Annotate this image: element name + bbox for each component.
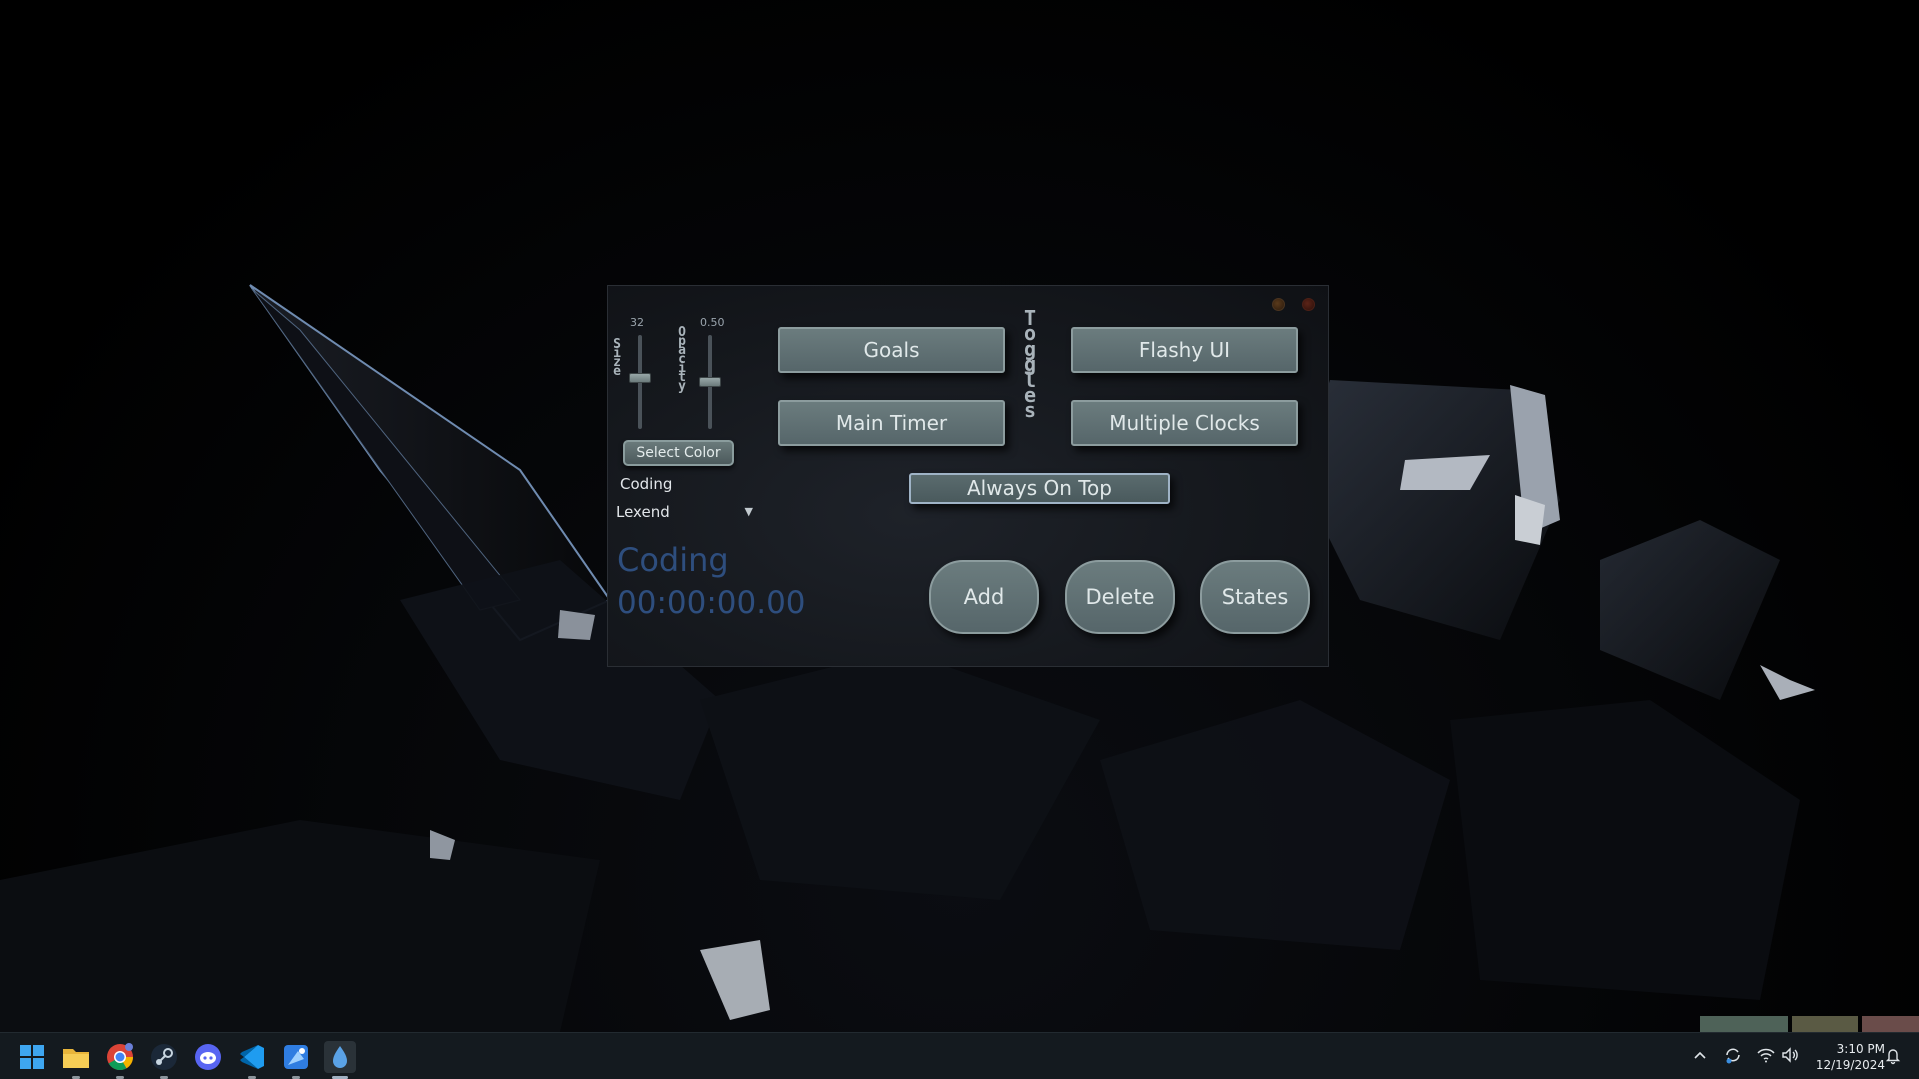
multiple-clocks-button[interactable]: Multiple Clocks (1071, 400, 1298, 446)
category-input[interactable]: Coding (620, 475, 672, 493)
size-label: Size (613, 337, 621, 379)
system-clock[interactable]: 3:10 PM 12/19/2024 (1805, 1041, 1885, 1073)
clock-date: 12/19/2024 (1815, 1058, 1885, 1072)
goals-button[interactable]: Goals (778, 327, 1005, 373)
volume-icon[interactable] (1779, 1045, 1801, 1067)
wifi-icon[interactable] (1755, 1045, 1777, 1067)
main-timer-button[interactable]: Main Timer (778, 400, 1005, 446)
timer-display: 00:00:00.00 (617, 585, 806, 621)
clock-time: 3:10 PM (1836, 1042, 1885, 1056)
minimize-button[interactable] (1272, 298, 1285, 311)
flashy-ui-button[interactable]: Flashy UI (1071, 327, 1298, 373)
chevron-down-icon: ▼ (744, 505, 753, 518)
windows-start-icon[interactable] (16, 1041, 48, 1073)
vscode-icon[interactable] (236, 1041, 268, 1079)
chrome-icon[interactable] (104, 1041, 136, 1079)
states-button[interactable]: States (1200, 560, 1310, 634)
chevron-up-icon[interactable] (1689, 1045, 1711, 1067)
toggles-label: Toggles (1023, 306, 1037, 423)
font-dropdown-value: Lexend (616, 503, 670, 521)
size-value: 32 (630, 316, 644, 329)
timer-app-icon[interactable] (324, 1041, 356, 1079)
paint-app-icon[interactable] (280, 1041, 312, 1079)
preview-thumbnail[interactable] (1862, 1016, 1919, 1032)
preview-thumbnail[interactable] (1700, 1016, 1788, 1032)
font-dropdown[interactable]: Lexend ▼ (616, 503, 753, 523)
timer-category-label: Coding (617, 541, 729, 579)
opacity-slider-thumb[interactable] (699, 377, 721, 387)
opacity-value: 0.50 (700, 316, 725, 329)
notification-bell-icon[interactable] (1882, 1045, 1904, 1067)
close-button[interactable] (1302, 298, 1315, 311)
size-slider[interactable] (629, 335, 651, 429)
opacity-label: Opacity (678, 325, 686, 394)
select-color-button[interactable]: Select Color (623, 440, 734, 466)
file-explorer-icon[interactable] (60, 1041, 92, 1079)
size-slider-thumb[interactable] (629, 373, 651, 383)
sync-icon[interactable] (1722, 1045, 1744, 1067)
always-on-top-button[interactable]: Always On Top (909, 473, 1170, 504)
steam-icon[interactable] (148, 1041, 180, 1079)
opacity-slider[interactable] (699, 335, 721, 429)
preview-thumbnail[interactable] (1792, 1016, 1858, 1032)
timer-app-window: 32 Size 0.50 Opacity Select Color Coding… (607, 285, 1329, 667)
taskbar-previews (1700, 1016, 1919, 1032)
taskbar: 3:10 PM 12/19/2024 (0, 1032, 1919, 1079)
add-button[interactable]: Add (929, 560, 1039, 634)
discord-icon[interactable] (192, 1041, 224, 1073)
delete-button[interactable]: Delete (1065, 560, 1175, 634)
